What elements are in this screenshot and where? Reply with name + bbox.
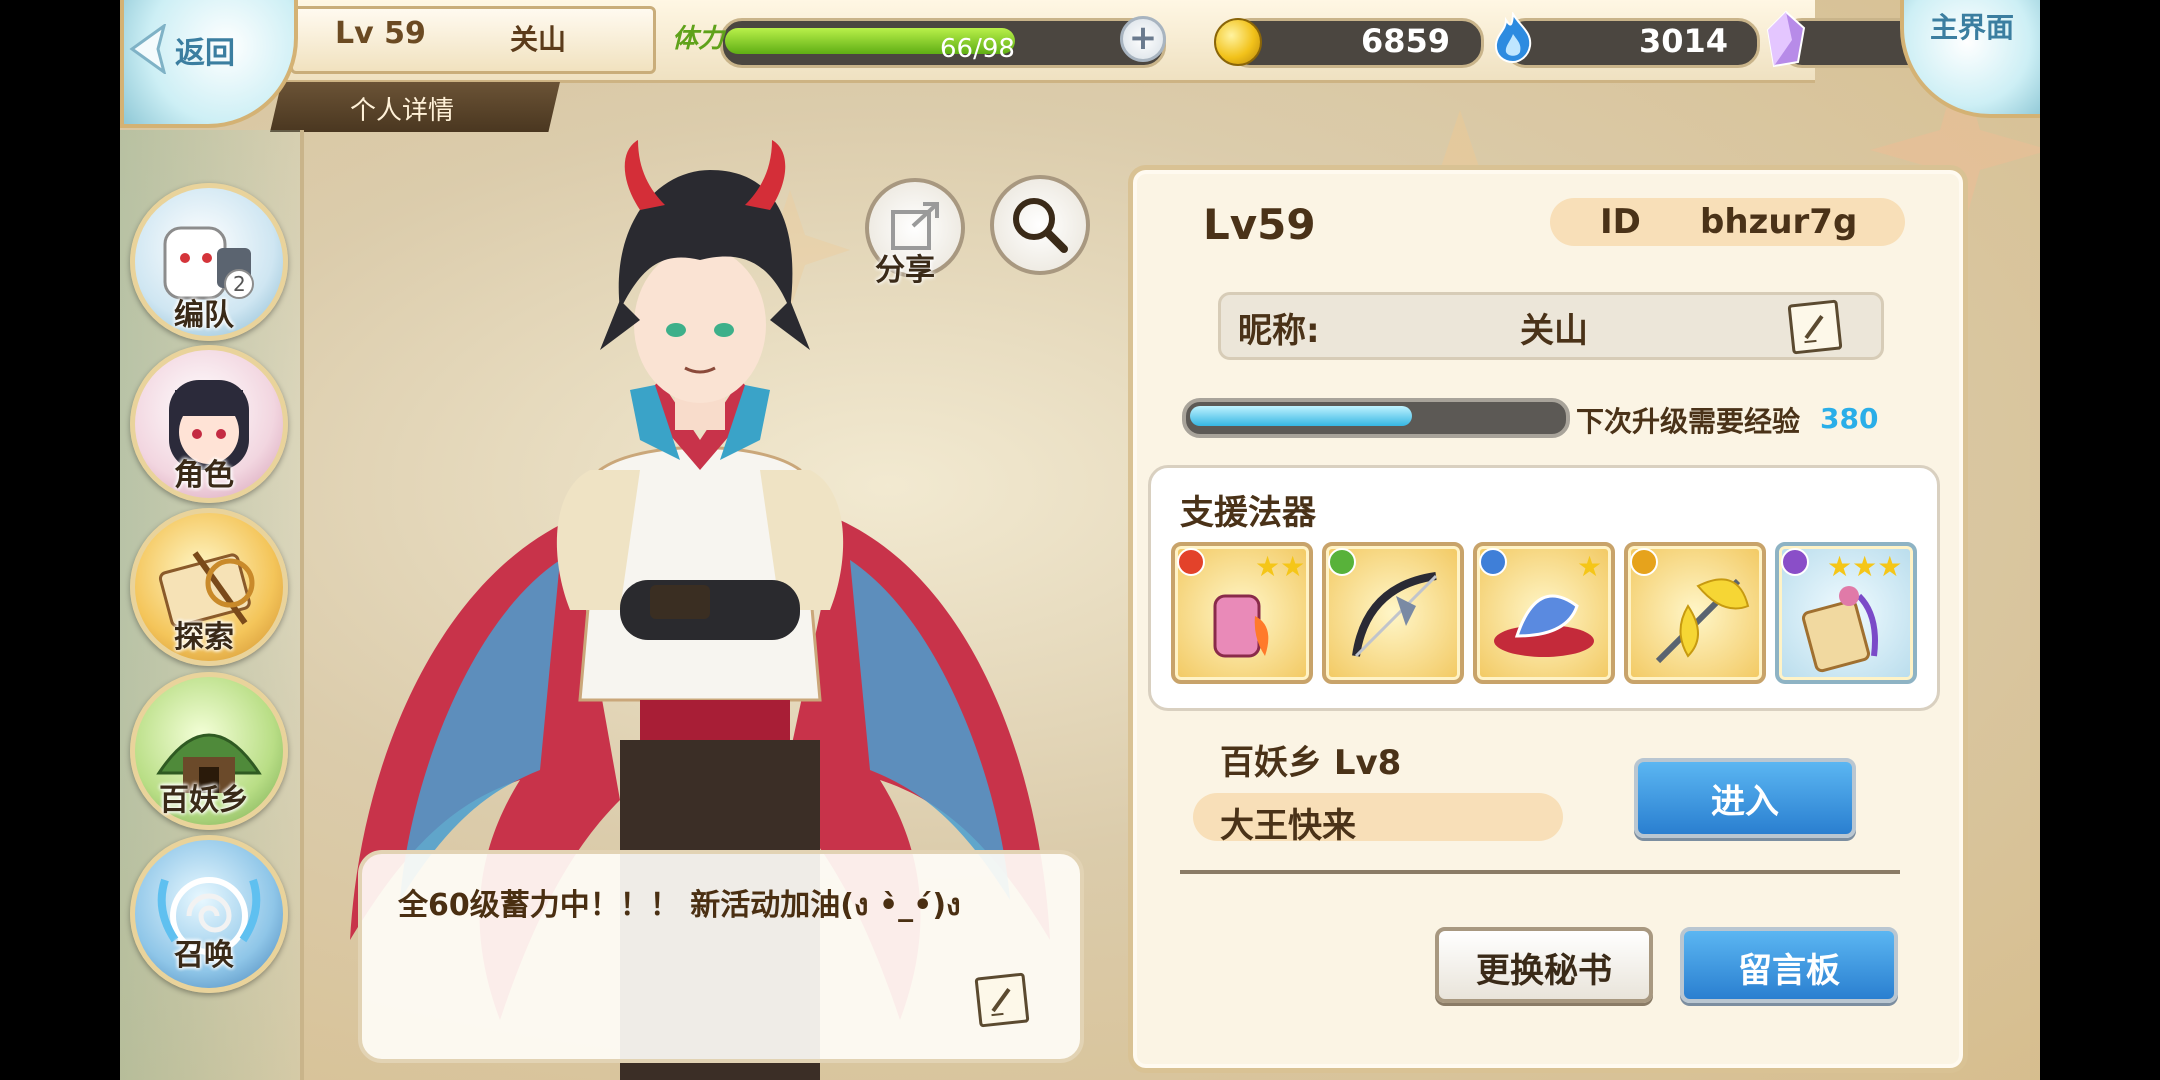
- back-arrow-icon: [129, 24, 167, 74]
- blue-flame-icon: [1494, 12, 1532, 64]
- exp-fill: [1190, 406, 1412, 426]
- stamina-value: 66/98: [940, 34, 1015, 64]
- side-menu-label-team: 编队: [174, 298, 234, 333]
- bow-artifact-icon: [1328, 548, 1438, 658]
- edit-signature-button[interactable]: [974, 972, 1030, 1028]
- magnifier-icon: [1013, 198, 1068, 253]
- enter-village-button[interactable]: 进入: [1634, 758, 1856, 838]
- gold-value: 6859: [1360, 22, 1450, 60]
- village-name: 大王快来: [1220, 806, 1356, 846]
- soul-value: 3014: [1638, 22, 1728, 60]
- side-menu-label-character: 角色: [174, 458, 234, 493]
- support-artifacts-title: 支援法器: [1180, 493, 1316, 533]
- support-slot-1[interactable]: ★★: [1171, 542, 1313, 684]
- stamina-label: 体力: [672, 24, 725, 54]
- edit-nickname-button[interactable]: [1787, 299, 1843, 355]
- id-label: ID: [1600, 202, 1641, 242]
- support-slot-4[interactable]: [1624, 542, 1766, 684]
- message-board-label: 留言板: [1738, 951, 1840, 991]
- share-label: 分享: [875, 253, 935, 288]
- search-button[interactable]: [990, 175, 1090, 275]
- edit-icon: [991, 988, 1011, 1017]
- change-secretary-button[interactable]: 更换秘书: [1435, 927, 1653, 1003]
- gold-coin-icon: [1214, 18, 1262, 66]
- edit-icon: [1804, 315, 1824, 344]
- player-name: 关山: [510, 23, 567, 56]
- message-board-button[interactable]: 留言板: [1680, 927, 1898, 1003]
- support-slot-3[interactable]: ★: [1473, 542, 1615, 684]
- svg-text:★★★: ★★★: [1827, 550, 1902, 583]
- change-secretary-label: 更换秘书: [1476, 951, 1612, 991]
- support-slot-2[interactable]: [1322, 542, 1464, 684]
- panel-divider: [1180, 870, 1900, 874]
- fire-gem-artifact-icon: ★★: [1177, 548, 1305, 658]
- side-menu-label-summon: 召唤: [174, 938, 234, 973]
- main-menu-label: 主界面: [1930, 11, 2015, 44]
- svg-text:★★: ★★: [1255, 550, 1305, 583]
- add-stamina-button[interactable]: +: [1120, 16, 1166, 62]
- player-level: Lv 59: [335, 16, 426, 51]
- game-screen: Lv 59 关山 个人详情 体力 66/98 + 6859 3014 696 +…: [120, 0, 2040, 1080]
- side-menu-label-village: 百妖乡: [159, 783, 249, 818]
- nickname-label: 昵称:: [1238, 311, 1320, 351]
- exp-label: 下次升级需要经验: [1576, 405, 1801, 438]
- charm-artifact-icon: ★★★: [1781, 548, 1902, 673]
- village-title: 百妖乡 Lv8: [1220, 743, 1402, 783]
- back-label: 返回: [175, 36, 235, 71]
- support-slot-5[interactable]: ★★★: [1775, 542, 1917, 684]
- side-menu-label-explore: 探索: [174, 620, 234, 655]
- golden-spear-artifact-icon: [1630, 548, 1750, 664]
- nickname-value: 关山: [1520, 311, 1588, 351]
- crystal-icon: [1766, 10, 1806, 68]
- id-value: bhzur7g: [1700, 202, 1858, 242]
- enter-village-label: 进入: [1711, 782, 1779, 822]
- signature-text: 全60级蓄力中！！！ 新活动加油(ง •̀_•́)ง: [398, 888, 961, 923]
- svg-text:★: ★: [1577, 550, 1602, 583]
- water-ship-artifact-icon: ★: [1479, 548, 1602, 657]
- tab-personal-details-label: 个人详情: [350, 96, 455, 126]
- profile-level: Lv59: [1203, 200, 1316, 249]
- exp-value: 380: [1820, 402, 1879, 435]
